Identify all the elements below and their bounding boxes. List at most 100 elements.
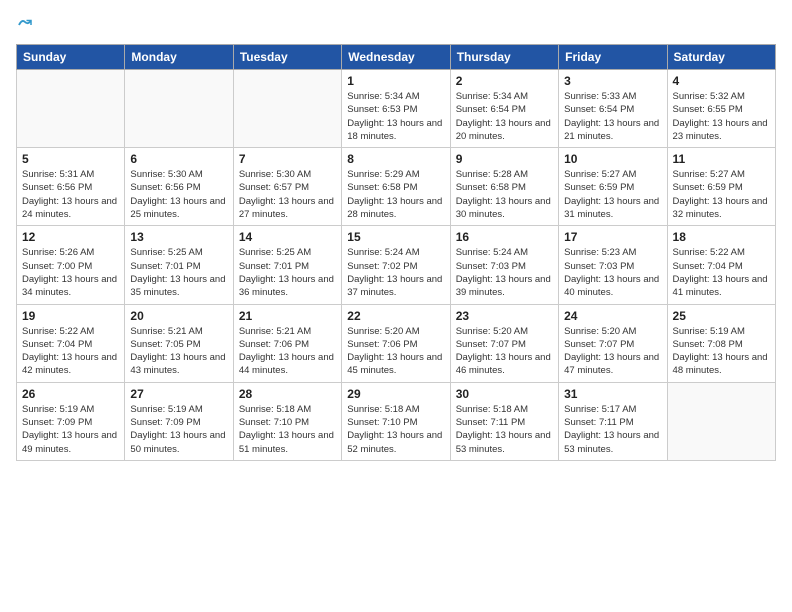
day-number: 4 xyxy=(673,74,770,88)
day-number: 6 xyxy=(130,152,227,166)
day-header-friday: Friday xyxy=(559,45,667,70)
day-info: Sunrise: 5:22 AM Sunset: 7:04 PM Dayligh… xyxy=(22,325,119,378)
day-number: 7 xyxy=(239,152,336,166)
calendar-cell: 13 Sunrise: 5:25 AM Sunset: 7:01 PM Dayli… xyxy=(125,226,233,304)
day-info: Sunrise: 5:18 AM Sunset: 7:11 PM Dayligh… xyxy=(456,403,553,456)
day-number: 9 xyxy=(456,152,553,166)
day-info: Sunrise: 5:24 AM Sunset: 7:03 PM Dayligh… xyxy=(456,246,553,299)
day-info: Sunrise: 5:30 AM Sunset: 6:56 PM Dayligh… xyxy=(130,168,227,221)
day-info: Sunrise: 5:27 AM Sunset: 6:59 PM Dayligh… xyxy=(564,168,661,221)
day-info: Sunrise: 5:25 AM Sunset: 7:01 PM Dayligh… xyxy=(239,246,336,299)
day-number: 18 xyxy=(673,230,770,244)
page-header xyxy=(16,16,776,34)
day-number: 12 xyxy=(22,230,119,244)
day-number: 16 xyxy=(456,230,553,244)
calendar-cell xyxy=(233,70,341,148)
day-header-sunday: Sunday xyxy=(17,45,125,70)
calendar-cell: 12 Sunrise: 5:26 AM Sunset: 7:00 PM Dayli… xyxy=(17,226,125,304)
day-number: 1 xyxy=(347,74,444,88)
day-number: 21 xyxy=(239,309,336,323)
calendar-cell: 27Sunrise: 5:19 AM Sunset: 7:09 PM Dayli… xyxy=(125,382,233,460)
day-info: Sunrise: 5:34 AM Sunset: 6:54 PM Dayligh… xyxy=(456,90,553,143)
day-info: Sunrise: 5:17 AM Sunset: 7:11 PM Dayligh… xyxy=(564,403,661,456)
day-number: 28 xyxy=(239,387,336,401)
calendar-cell: 11Sunrise: 5:27 AM Sunset: 6:59 PM Dayli… xyxy=(667,148,775,226)
day-number: 26 xyxy=(22,387,119,401)
calendar-cell xyxy=(125,70,233,148)
day-number: 24 xyxy=(564,309,661,323)
day-info: Sunrise: 5:30 AM Sunset: 6:57 PM Dayligh… xyxy=(239,168,336,221)
day-number: 15 xyxy=(347,230,444,244)
day-number: 10 xyxy=(564,152,661,166)
day-info: Sunrise: 5:18 AM Sunset: 7:10 PM Dayligh… xyxy=(239,403,336,456)
calendar-cell: 19 Sunrise: 5:22 AM Sunset: 7:04 PM Dayli… xyxy=(17,304,125,382)
day-number: 13 xyxy=(130,230,227,244)
calendar-cell: 4Sunrise: 5:32 AM Sunset: 6:55 PM Daylig… xyxy=(667,70,775,148)
calendar-cell: 30Sunrise: 5:18 AM Sunset: 7:11 PM Dayli… xyxy=(450,382,558,460)
calendar-cell: 14 Sunrise: 5:25 AM Sunset: 7:01 PM Dayli… xyxy=(233,226,341,304)
day-header-thursday: Thursday xyxy=(450,45,558,70)
day-number: 3 xyxy=(564,74,661,88)
day-info: Sunrise: 5:23 AM Sunset: 7:03 PM Dayligh… xyxy=(564,246,661,299)
day-info: Sunrise: 5:22 AM Sunset: 7:04 PM Dayligh… xyxy=(673,246,770,299)
calendar-week-row: 19 Sunrise: 5:22 AM Sunset: 7:04 PM Dayli… xyxy=(17,304,776,382)
calendar-cell: 6 Sunrise: 5:30 AM Sunset: 6:56 PM Daylig… xyxy=(125,148,233,226)
day-info: Sunrise: 5:19 AM Sunset: 7:09 PM Dayligh… xyxy=(22,403,119,456)
calendar-cell: 28 Sunrise: 5:18 AM Sunset: 7:10 PM Dayli… xyxy=(233,382,341,460)
day-info: Sunrise: 5:20 AM Sunset: 7:07 PM Dayligh… xyxy=(456,325,553,378)
day-number: 17 xyxy=(564,230,661,244)
calendar-cell xyxy=(17,70,125,148)
calendar-cell: 21 Sunrise: 5:21 AM Sunset: 7:06 PM Dayli… xyxy=(233,304,341,382)
calendar-week-row: 1 Sunrise: 5:34 AM Sunset: 6:53 PM Daylig… xyxy=(17,70,776,148)
day-info: Sunrise: 5:24 AM Sunset: 7:02 PM Dayligh… xyxy=(347,246,444,299)
calendar-table: SundayMondayTuesdayWednesdayThursdayFrid… xyxy=(16,44,776,461)
day-number: 5 xyxy=(22,152,119,166)
calendar-cell: 31 Sunrise: 5:17 AM Sunset: 7:11 PM Dayli… xyxy=(559,382,667,460)
logo-icon xyxy=(16,16,34,34)
day-info: Sunrise: 5:19 AM Sunset: 7:08 PM Dayligh… xyxy=(673,325,770,378)
day-number: 14 xyxy=(239,230,336,244)
day-number: 19 xyxy=(22,309,119,323)
day-info: Sunrise: 5:21 AM Sunset: 7:05 PM Dayligh… xyxy=(130,325,227,378)
calendar-cell: 10 Sunrise: 5:27 AM Sunset: 6:59 PM Dayli… xyxy=(559,148,667,226)
calendar-cell: 7 Sunrise: 5:30 AM Sunset: 6:57 PM Daylig… xyxy=(233,148,341,226)
calendar-cell: 15 Sunrise: 5:24 AM Sunset: 7:02 PM Dayli… xyxy=(342,226,450,304)
day-info: Sunrise: 5:19 AM Sunset: 7:09 PM Dayligh… xyxy=(130,403,227,456)
day-number: 20 xyxy=(130,309,227,323)
day-info: Sunrise: 5:21 AM Sunset: 7:06 PM Dayligh… xyxy=(239,325,336,378)
calendar-cell: 23 Sunrise: 5:20 AM Sunset: 7:07 PM Dayli… xyxy=(450,304,558,382)
calendar-cell: 9 Sunrise: 5:28 AM Sunset: 6:58 PM Daylig… xyxy=(450,148,558,226)
day-info: Sunrise: 5:20 AM Sunset: 7:07 PM Dayligh… xyxy=(564,325,661,378)
calendar-cell: 5 Sunrise: 5:31 AM Sunset: 6:56 PM Daylig… xyxy=(17,148,125,226)
calendar-cell: 2 Sunrise: 5:34 AM Sunset: 6:54 PM Daylig… xyxy=(450,70,558,148)
calendar-cell: 17 Sunrise: 5:23 AM Sunset: 7:03 PM Dayli… xyxy=(559,226,667,304)
calendar-cell: 18 Sunrise: 5:22 AM Sunset: 7:04 PM Dayli… xyxy=(667,226,775,304)
calendar-cell: 24 Sunrise: 5:20 AM Sunset: 7:07 PM Dayli… xyxy=(559,304,667,382)
day-header-monday: Monday xyxy=(125,45,233,70)
calendar-cell xyxy=(667,382,775,460)
calendar-week-row: 12 Sunrise: 5:26 AM Sunset: 7:00 PM Dayli… xyxy=(17,226,776,304)
day-number: 2 xyxy=(456,74,553,88)
day-number: 23 xyxy=(456,309,553,323)
calendar-header-row: SundayMondayTuesdayWednesdayThursdayFrid… xyxy=(17,45,776,70)
calendar-cell: 8Sunrise: 5:29 AM Sunset: 6:58 PM Daylig… xyxy=(342,148,450,226)
calendar-cell: 20 Sunrise: 5:21 AM Sunset: 7:05 PM Dayli… xyxy=(125,304,233,382)
day-info: Sunrise: 5:26 AM Sunset: 7:00 PM Dayligh… xyxy=(22,246,119,299)
day-info: Sunrise: 5:34 AM Sunset: 6:53 PM Dayligh… xyxy=(347,90,444,143)
day-header-wednesday: Wednesday xyxy=(342,45,450,70)
logo xyxy=(16,16,36,34)
day-number: 22 xyxy=(347,309,444,323)
day-number: 31 xyxy=(564,387,661,401)
day-info: Sunrise: 5:25 AM Sunset: 7:01 PM Dayligh… xyxy=(130,246,227,299)
day-number: 11 xyxy=(673,152,770,166)
calendar-cell: 22 Sunrise: 5:20 AM Sunset: 7:06 PM Dayli… xyxy=(342,304,450,382)
day-info: Sunrise: 5:28 AM Sunset: 6:58 PM Dayligh… xyxy=(456,168,553,221)
day-info: Sunrise: 5:18 AM Sunset: 7:10 PM Dayligh… xyxy=(347,403,444,456)
calendar-cell: 25Sunrise: 5:19 AM Sunset: 7:08 PM Dayli… xyxy=(667,304,775,382)
day-info: Sunrise: 5:20 AM Sunset: 7:06 PM Dayligh… xyxy=(347,325,444,378)
day-info: Sunrise: 5:31 AM Sunset: 6:56 PM Dayligh… xyxy=(22,168,119,221)
calendar-week-row: 5 Sunrise: 5:31 AM Sunset: 6:56 PM Daylig… xyxy=(17,148,776,226)
day-number: 8 xyxy=(347,152,444,166)
calendar-week-row: 26 Sunrise: 5:19 AM Sunset: 7:09 PM Dayli… xyxy=(17,382,776,460)
calendar-cell: 29Sunrise: 5:18 AM Sunset: 7:10 PM Dayli… xyxy=(342,382,450,460)
